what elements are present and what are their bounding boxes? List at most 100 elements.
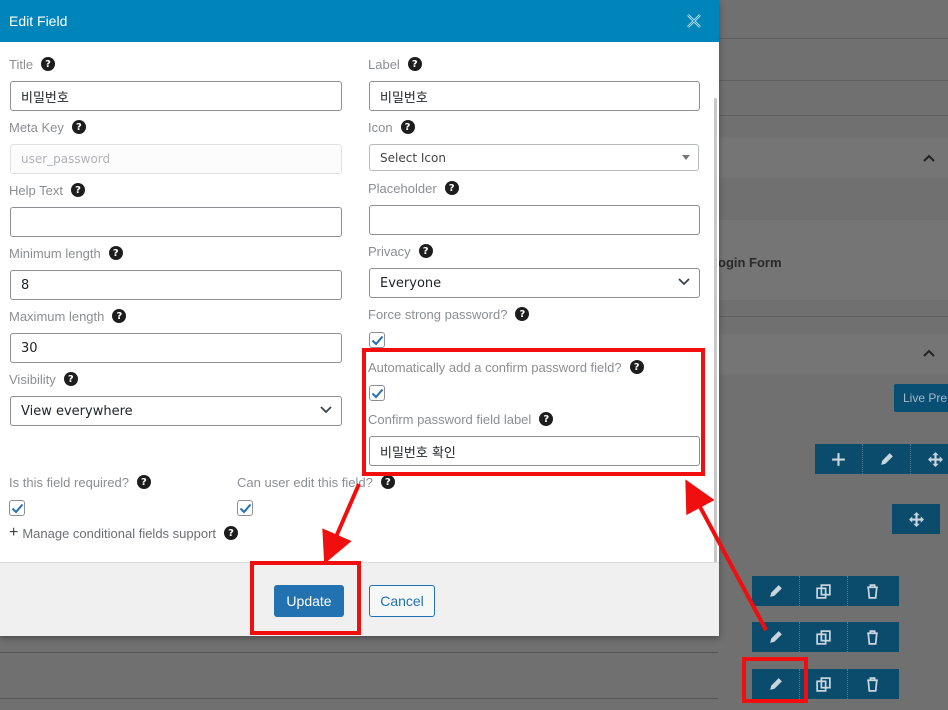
- edit-icon-highlight: [742, 657, 808, 703]
- placeholder-input[interactable]: [369, 205, 700, 235]
- user-edit-label: Can user edit this field?: [237, 474, 373, 490]
- section-header: [718, 334, 948, 374]
- divider: [718, 38, 948, 39]
- section-title: ogin Form: [718, 255, 782, 270]
- maximum-length-label: Maximum length: [9, 308, 105, 324]
- manage-conditional-label: Manage conditional fields support: [22, 525, 217, 541]
- trash-icon[interactable]: [848, 622, 896, 652]
- chevron-down-icon: [319, 404, 333, 419]
- pencil-icon[interactable]: [752, 622, 800, 652]
- close-icon[interactable]: [685, 12, 703, 30]
- field-row-toolbar: [752, 622, 899, 652]
- divider: [0, 698, 718, 699]
- plus-icon[interactable]: [815, 444, 863, 474]
- chevron-down-icon: [677, 276, 691, 291]
- meta-key-input: user_password: [10, 144, 342, 174]
- required-label: Is this field required?: [9, 474, 129, 490]
- help-icon[interactable]: ?: [400, 120, 415, 134]
- label-input[interactable]: 비밀번호: [369, 81, 700, 111]
- help-icon[interactable]: ?: [41, 57, 56, 71]
- duplicate-icon[interactable]: [800, 576, 848, 606]
- label-label: Label: [368, 56, 400, 72]
- help-icon[interactable]: ?: [380, 475, 395, 489]
- placeholder-field: Placeholder?: [368, 179, 701, 235]
- checkmark-icon: [371, 335, 383, 345]
- pencil-icon[interactable]: [752, 576, 800, 606]
- trash-icon[interactable]: [848, 669, 896, 699]
- required-checkbox[interactable]: [9, 500, 25, 516]
- force-strong-field: Force strong password??: [368, 305, 701, 348]
- help-icon[interactable]: ?: [515, 307, 530, 321]
- user-edit-checkbox[interactable]: [237, 500, 253, 516]
- help-icon[interactable]: ?: [70, 183, 85, 197]
- meta-key-field: Meta Key? user_password: [9, 118, 342, 174]
- help-icon[interactable]: ?: [418, 244, 433, 258]
- move-icon[interactable]: [892, 504, 940, 534]
- meta-key-label: Meta Key: [9, 119, 64, 135]
- manage-conditional-link[interactable]: + Manage conditional fields support ?: [9, 524, 239, 541]
- column-toolbar: [892, 504, 940, 534]
- update-button-highlight: [250, 561, 361, 635]
- trash-icon[interactable]: [848, 576, 896, 606]
- title-label: Title: [9, 56, 34, 72]
- field-row-toolbar: [752, 576, 899, 606]
- placeholder-label: Placeholder: [368, 180, 437, 196]
- move-icon[interactable]: [911, 444, 948, 474]
- force-strong-checkbox[interactable]: [369, 332, 385, 348]
- help-icon[interactable]: ?: [407, 57, 422, 71]
- help-icon[interactable]: ?: [108, 246, 123, 260]
- help-icon[interactable]: ?: [63, 372, 78, 386]
- icon-select[interactable]: Select Icon: [369, 144, 699, 171]
- title-input[interactable]: 비밀번호: [10, 81, 342, 111]
- required-field: Is this field required??: [9, 473, 229, 516]
- help-icon[interactable]: ?: [71, 120, 86, 134]
- live-preview-button[interactable]: Live Pre: [894, 384, 948, 412]
- scrollbar[interactable]: [714, 98, 717, 588]
- title-field: Title? 비밀번호: [9, 55, 342, 111]
- privacy-field: Privacy? Everyone: [368, 242, 701, 298]
- visibility-select[interactable]: View everywhere: [10, 396, 342, 426]
- section-header: [718, 138, 948, 178]
- checkmark-icon: [239, 503, 251, 513]
- edit-field-modal: Edit Field Title? 비밀번호 Meta Key? user_pa…: [0, 0, 719, 636]
- user-edit-field: Can user edit this field??: [237, 473, 437, 516]
- dropdown-arrow-icon: [682, 155, 690, 160]
- help-icon[interactable]: ?: [112, 309, 127, 323]
- maximum-length-field: Maximum length? 30: [9, 307, 342, 363]
- maximum-length-input[interactable]: 30: [10, 333, 342, 363]
- force-strong-label: Force strong password?: [368, 306, 508, 322]
- help-text-input[interactable]: [10, 207, 342, 237]
- divider: [718, 80, 948, 81]
- duplicate-icon[interactable]: [800, 622, 848, 652]
- cancel-button[interactable]: Cancel: [369, 585, 435, 617]
- icon-label: Icon: [368, 119, 393, 135]
- help-text-label: Help Text: [9, 182, 63, 198]
- divider: [0, 652, 718, 653]
- minimum-length-field: Minimum length? 8: [9, 244, 342, 300]
- minimum-length-label: Minimum length: [9, 245, 101, 261]
- visibility-label: Visibility: [9, 371, 56, 387]
- modal-body: Title? 비밀번호 Meta Key? user_password Help…: [0, 42, 719, 588]
- chevron-up-icon[interactable]: [922, 346, 936, 360]
- chevron-up-icon[interactable]: [922, 151, 936, 165]
- visibility-value: View everywhere: [21, 403, 133, 419]
- row-toolbar: [815, 444, 948, 474]
- privacy-label: Privacy: [368, 243, 411, 259]
- label-field: Label? 비밀번호: [368, 55, 701, 111]
- icon-select-value: Select Icon: [380, 150, 446, 165]
- checkmark-icon: [11, 503, 23, 513]
- privacy-value: Everyone: [380, 275, 442, 291]
- visibility-field: Visibility? View everywhere: [9, 370, 342, 426]
- confirm-field-highlight: [362, 348, 705, 476]
- help-icon[interactable]: ?: [224, 526, 239, 540]
- plus-icon: +: [9, 524, 19, 541]
- help-text-field: Help Text?: [9, 181, 342, 237]
- pencil-icon[interactable]: [863, 444, 911, 474]
- divider: [718, 115, 948, 116]
- help-icon[interactable]: ?: [136, 475, 151, 489]
- help-icon[interactable]: ?: [444, 181, 459, 195]
- minimum-length-input[interactable]: 8: [10, 270, 342, 300]
- divider: [718, 316, 948, 317]
- privacy-select[interactable]: Everyone: [369, 268, 700, 298]
- modal-title: Edit Field: [9, 13, 68, 29]
